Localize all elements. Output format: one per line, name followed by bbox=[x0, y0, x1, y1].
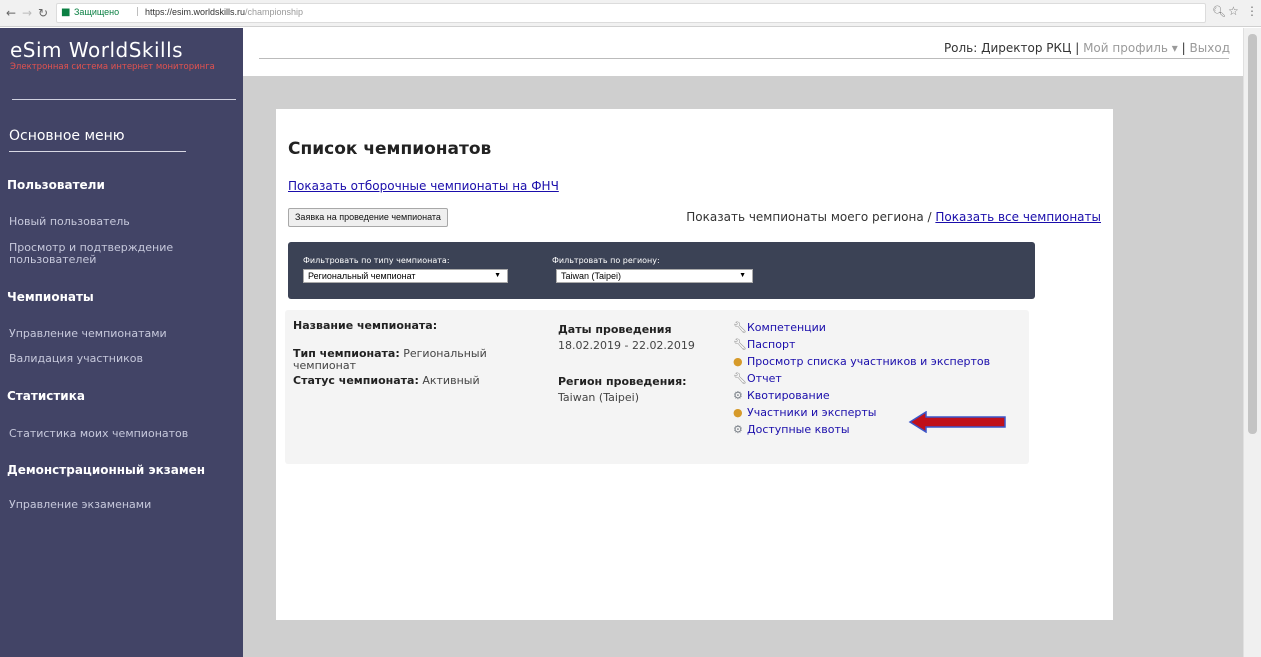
region-toggle-separator: / bbox=[923, 210, 936, 224]
section-statistics: Статистика bbox=[7, 389, 85, 403]
type-filter-value: Региональный чемпионат bbox=[308, 271, 416, 281]
my-profile-link[interactable]: Мой профиль ▾ bbox=[1083, 41, 1178, 55]
highlight-arrow-icon bbox=[908, 411, 1006, 433]
scrollbar-thumb[interactable] bbox=[1248, 34, 1257, 434]
header-separator: | bbox=[1075, 41, 1080, 55]
url-path: /championship bbox=[245, 7, 304, 17]
page-title: Список чемпионатов bbox=[288, 139, 492, 159]
championship-status: Статус чемпионата: Активный bbox=[293, 374, 480, 387]
chevron-down-icon: ▼ bbox=[739, 272, 746, 279]
forward-arrow-icon[interactable]: → bbox=[20, 4, 34, 22]
region-filter-select[interactable]: Taiwan (Taipei) ▼ bbox=[556, 269, 753, 283]
gear-icon: ⚙ bbox=[733, 423, 743, 436]
chevron-down-icon: ▼ bbox=[494, 272, 501, 279]
championship-request-button[interactable]: Заявка на проведение чемпионата bbox=[288, 208, 448, 227]
sidebar-item-manage-exams[interactable]: Управление экзаменами bbox=[9, 499, 234, 511]
user-role-bar: Роль: Директор РКЦ | Мой профиль ▾ | Вых… bbox=[944, 41, 1230, 55]
my-region-label: Показать чемпионаты моего региона bbox=[686, 210, 924, 224]
person-icon: ● bbox=[733, 406, 743, 419]
address-bar[interactable]: ■ Защищено | https://esim.worldskills.ru… bbox=[56, 3, 1206, 23]
top-header: Роль: Директор РКЦ | Мой профиль ▾ | Вых… bbox=[243, 28, 1243, 76]
action-available-quotas[interactable]: ⚙ Доступные квоты bbox=[733, 423, 850, 436]
section-users: Пользователи bbox=[7, 178, 105, 192]
main-menu-title: Основное меню bbox=[9, 128, 186, 152]
action-view-participants-experts[interactable]: ● Просмотр списка участников и экспертов bbox=[733, 355, 990, 368]
back-arrow-icon[interactable]: ← bbox=[4, 4, 18, 22]
section-demo-exam: Демонстрационный экзамен bbox=[7, 463, 206, 477]
region-value: Taiwan (Taipei) bbox=[558, 391, 639, 404]
championship-list-card: Список чемпионатов Показать отборочные ч… bbox=[276, 109, 1113, 620]
region-label: Регион проведения: bbox=[558, 375, 687, 388]
browser-toolbar: ← → ↻ ■ Защищено | https://esim.worldski… bbox=[0, 0, 1261, 27]
wrench-icon: 🔧︎ bbox=[733, 338, 747, 351]
gear-icon: ⚙ bbox=[733, 389, 743, 402]
region-filter-value: Taiwan (Taipei) bbox=[561, 271, 622, 281]
dates-label: Даты проведения bbox=[558, 323, 672, 336]
sidebar-item-validate-participants[interactable]: Валидация участников bbox=[9, 353, 234, 365]
action-passport[interactable]: 🔧︎Паспорт bbox=[733, 338, 795, 351]
browser-menu-icon[interactable]: ⋮ bbox=[1246, 4, 1258, 18]
logout-link[interactable]: Выход bbox=[1190, 41, 1230, 55]
wrench-icon: 🔧︎ bbox=[733, 372, 747, 385]
action-report[interactable]: 🔧︎Отчет bbox=[733, 372, 782, 385]
type-filter-select[interactable]: Региональный чемпионат ▼ bbox=[303, 269, 508, 283]
championship-name-label: Название чемпионата: bbox=[293, 319, 438, 332]
qualifier-championships-link[interactable]: Показать отборочные чемпионаты на ФНЧ bbox=[288, 179, 559, 193]
reload-icon[interactable]: ↻ bbox=[36, 4, 50, 22]
championship-type: Тип чемпионата: Региональный чемпионат bbox=[293, 347, 487, 372]
sidebar-item-new-user[interactable]: Новый пользователь bbox=[9, 216, 234, 228]
header-separator: | bbox=[1181, 41, 1186, 55]
brand-subtitle: Электронная система интернет мониторинга bbox=[10, 62, 215, 72]
url-text: https://esim.worldskills.ru/championship bbox=[145, 7, 303, 17]
sidebar-divider bbox=[12, 99, 236, 100]
lock-icon: ■ bbox=[61, 7, 71, 18]
person-icon: ● bbox=[733, 355, 743, 368]
sidebar-item-view-users[interactable]: Просмотр и подтверждение пользователей bbox=[9, 242, 234, 266]
address-separator: | bbox=[136, 7, 140, 17]
sidebar-item-my-statistics[interactable]: Статистика моих чемпионатов bbox=[9, 428, 234, 440]
sidebar: eSim WorldSkills Электронная система инт… bbox=[0, 28, 243, 657]
wrench-icon: 🔧︎ bbox=[733, 321, 747, 334]
header-divider bbox=[259, 58, 1229, 59]
region-filter-label: Фильтровать по региону: bbox=[552, 256, 660, 265]
url-host: https://esim.worldskills.ru bbox=[145, 7, 246, 17]
action-quotas[interactable]: ⚙ Квотирование bbox=[733, 389, 830, 402]
show-all-championships-link[interactable]: Показать все чемпионаты bbox=[935, 210, 1101, 224]
section-championships: Чемпионаты bbox=[7, 290, 94, 304]
sidebar-item-manage-championships[interactable]: Управление чемпионатами bbox=[9, 328, 234, 340]
page-scrollbar[interactable] bbox=[1243, 28, 1261, 657]
bookmark-star-icon[interactable]: ☆ bbox=[1228, 4, 1239, 18]
zoom-icon[interactable]: 🔍︎ bbox=[1212, 5, 1226, 18]
type-filter-label: Фильтровать по типу чемпионата: bbox=[303, 256, 450, 265]
action-competencies[interactable]: 🔧︎Компетенции bbox=[733, 321, 826, 334]
championship-item: Название чемпионата: Тип чемпионата: Рег… bbox=[285, 310, 1029, 464]
filter-panel: Фильтровать по типу чемпионата: Регионал… bbox=[288, 242, 1035, 299]
dates-value: 18.02.2019 - 22.02.2019 bbox=[558, 339, 695, 352]
action-participants-experts[interactable]: ● Участники и эксперты bbox=[733, 406, 876, 419]
region-toggle: Показать чемпионаты моего региона / Пока… bbox=[686, 210, 1101, 224]
brand-title[interactable]: eSim WorldSkills bbox=[10, 38, 183, 62]
secure-label: Защищено bbox=[74, 7, 120, 17]
role-label: Роль: Директор РКЦ bbox=[943, 41, 1072, 55]
